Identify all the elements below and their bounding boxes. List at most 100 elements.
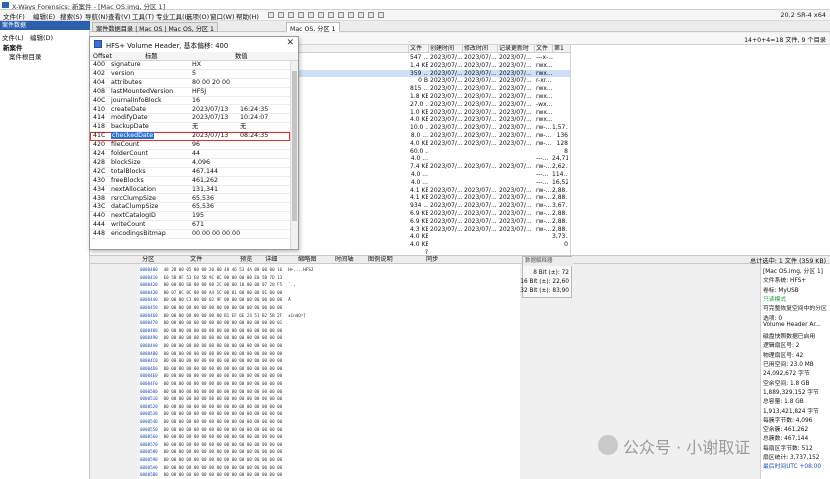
hex-row[interactable]: 0000470 00 00 00 00 00 00 00 00 00 00 00 … xyxy=(140,319,288,327)
header-field-row[interactable]: 41C checkedDate 2023/07/13 08:24:35 xyxy=(90,132,290,142)
file-cell-modified: 2023/07/... xyxy=(464,85,497,93)
mode-sync[interactable]: 同步 xyxy=(426,256,438,264)
header-field-row[interactable]: 402 version 5 xyxy=(90,70,290,79)
hex-row[interactable]: 00004C0 00 00 00 00 00 00 00 00 00 00 00 … xyxy=(140,357,288,365)
mode-timeline[interactable]: 时间轴 xyxy=(335,256,354,264)
close-icon[interactable]: ✕ xyxy=(286,38,294,48)
header-field-row[interactable]: 43C dataClumpSize 65,536 xyxy=(90,203,290,213)
toolbar-icon[interactable] xyxy=(378,12,384,18)
header-field-row[interactable]: 414 modifyDate 2023/07/13 10:24:07 xyxy=(90,114,290,124)
hex-row[interactable]: 0000440 00 00 00 C3 00 00 02 9F 00 00 00 … xyxy=(140,296,291,304)
toolbar-icon[interactable] xyxy=(268,12,274,18)
hex-row[interactable]: 0000550 00 00 00 00 00 00 00 00 00 00 00 … xyxy=(140,426,288,434)
file-cell-attr: rw-... xyxy=(536,124,552,132)
tab-breadcrumb[interactable]: 案件数据目录 | Mac OS | Mac OS, 分区 1 xyxy=(92,22,218,33)
case-menu-file[interactable]: 文件(L) xyxy=(2,32,24,42)
hex-editor[interactable]: 0000400 48 2B 00 05 80 00 20 00 48 46 53 … xyxy=(140,264,520,479)
hex-row[interactable]: 0000410 E0 5B 8F 53 E0 5B 9C 0C 00 00 00 … xyxy=(140,274,288,282)
hex-row[interactable]: 0000500 00 00 00 00 00 00 00 00 00 00 00 … xyxy=(140,388,288,396)
scrollbar-thumb[interactable] xyxy=(292,71,297,221)
hex-row[interactable]: 00004B0 00 00 00 00 00 00 00 00 00 00 00 … xyxy=(140,350,288,358)
header-field-row[interactable]: 434 nextAllocation 131,341 xyxy=(90,186,290,195)
menu-pro-tools[interactable]: 专业工具(I) xyxy=(156,11,189,21)
column-header[interactable]: 第1 xyxy=(552,45,570,53)
hex-row[interactable]: 00004D0 00 00 00 00 00 00 00 00 00 00 00 … xyxy=(140,365,288,373)
header-field-row[interactable]: 424 folderCount 44 xyxy=(90,150,290,159)
hex-row[interactable]: 0000450 00 00 00 00 00 00 00 00 00 00 00 … xyxy=(140,304,288,312)
hex-row[interactable]: 00005A0 00 00 00 00 00 00 00 00 00 00 00 … xyxy=(140,464,288,472)
case-menu-edit[interactable]: 编辑(D) xyxy=(30,32,53,42)
column-header[interactable]: 文件 xyxy=(408,45,428,53)
hex-row[interactable]: 00004A0 00 00 00 00 00 00 00 00 00 00 00 … xyxy=(140,342,288,350)
header-field-row[interactable]: 428 blockSize 4,096 xyxy=(90,159,290,168)
header-field-row[interactable]: 430 freeBlocks 461,262 xyxy=(90,177,290,186)
mode-preview[interactable]: 预览 xyxy=(240,256,252,264)
mode-details[interactable]: 详细 xyxy=(265,256,277,264)
column-header[interactable]: 创建时间 xyxy=(428,45,462,53)
menu-help[interactable]: 帮助(H) xyxy=(236,11,259,21)
hex-row[interactable]: 0000400 48 2B 00 05 80 00 20 00 48 46 53 … xyxy=(140,266,313,274)
hex-row[interactable]: 0000540 00 00 00 00 00 00 00 00 00 00 00 … xyxy=(140,418,288,426)
header-field-row[interactable]: 438 rsrcClumpSize 65,536 xyxy=(90,195,290,204)
menu-search[interactable]: 搜索(S) xyxy=(60,11,82,21)
header-field-row[interactable]: 40C journalInfoBlock 16 xyxy=(90,97,290,106)
header-field-row[interactable]: 420 fileCount 96 xyxy=(90,141,290,150)
toolbar-icon[interactable] xyxy=(348,12,354,18)
header-field-row[interactable]: 404 attributes 80 00 20 00 xyxy=(90,79,290,88)
hex-row[interactable]: 0000430 00 07 0C 8C 00 00 A4 5C 00 01 00 … xyxy=(140,289,288,297)
menu-edit[interactable]: 编辑(E) xyxy=(33,11,55,21)
header-field-row[interactable]: 440 nextCatalogID 195 xyxy=(90,212,290,222)
hex-row[interactable]: 0000420 00 00 00 60 00 00 00 2C 00 00 10 … xyxy=(140,281,296,289)
header-field-row[interactable]: 408 lastMountedVersion HFSJ xyxy=(90,88,290,97)
tab-partition-1[interactable]: Mac OS, 分区 1 xyxy=(286,22,340,33)
field-name: modifyDate xyxy=(111,114,148,122)
hex-row[interactable]: 0000520 00 00 00 00 00 00 00 00 00 00 00 … xyxy=(140,403,288,411)
hex-row[interactable]: 00005B0 00 00 00 00 00 00 00 00 00 00 00 … xyxy=(140,471,288,479)
mode-legend[interactable]: 图例说明 xyxy=(368,256,393,264)
hex-row[interactable]: 0000510 00 00 00 00 00 00 00 00 00 00 00 … xyxy=(140,395,288,403)
hex-row[interactable]: 00004E0 00 00 00 00 00 00 00 00 00 00 00 … xyxy=(140,372,288,380)
field-name: writeCount xyxy=(111,221,146,229)
column-header[interactable]: 记录更新时 xyxy=(497,45,534,53)
toolbar-icon[interactable] xyxy=(308,12,314,18)
column-header[interactable]: 修改时间 xyxy=(462,45,497,53)
toolbar-icon[interactable] xyxy=(278,12,284,18)
header-field-row[interactable]: 410 createDate 2023/07/13 16:24:35 xyxy=(90,106,290,115)
header-field-row[interactable]: 400 signature HX xyxy=(90,61,290,70)
hex-row[interactable]: 0000560 00 00 00 00 00 00 00 00 00 00 00 … xyxy=(140,433,288,441)
header-field-row[interactable]: 42C totalBlocks 467,144 xyxy=(90,168,290,177)
toolbar-icon[interactable] xyxy=(298,12,304,18)
hex-row[interactable]: 0000570 00 00 00 00 00 00 00 00 00 00 00 … xyxy=(140,441,288,449)
menu-file[interactable]: 文件(F) xyxy=(3,11,25,21)
toolbar-icon[interactable] xyxy=(368,12,374,18)
menu-window[interactable]: 窗口(W) xyxy=(210,11,235,21)
mode-partition[interactable]: 分区 xyxy=(142,256,154,264)
toolbar-icon[interactable] xyxy=(288,12,294,18)
hex-row[interactable]: 0000460 00 00 00 00 00 00 00 00 B1 EF 6E … xyxy=(140,312,306,320)
hex-row[interactable]: 00004F0 00 00 00 00 00 00 00 00 00 00 00 … xyxy=(140,380,288,388)
menu-navigate[interactable]: 导航(N) xyxy=(85,11,108,21)
hex-offset: 0000410 xyxy=(140,274,158,280)
file-cell-attr: rw-... xyxy=(536,217,552,225)
hex-row[interactable]: 0000480 00 00 00 00 00 00 00 00 00 00 00 … xyxy=(140,327,288,335)
dialog-scrollbar[interactable] xyxy=(290,61,298,249)
toolbar-icon[interactable] xyxy=(358,12,364,18)
case-tree-item[interactable]: 案件根目录 xyxy=(9,51,42,61)
mode-file[interactable]: 文件 xyxy=(190,256,202,264)
menu-view[interactable]: 查看(V) xyxy=(108,11,131,21)
toolbar-icon[interactable] xyxy=(338,12,344,18)
hex-row[interactable]: 0000490 00 00 00 00 00 00 00 00 00 00 00 … xyxy=(140,334,288,342)
hex-row[interactable]: 0000590 00 00 00 00 00 00 00 00 00 00 00 … xyxy=(140,456,288,464)
toolbar-icon[interactable] xyxy=(328,12,334,18)
header-field-row[interactable]: 444 writeCount 671 xyxy=(90,221,290,231)
mode-thumbnails[interactable]: 缩略图 xyxy=(298,256,317,264)
file-cell-created: 2023/07/... xyxy=(430,194,463,202)
menu-tools[interactable]: 工具(T) xyxy=(132,11,154,21)
header-field-row[interactable]: 448 encodingsBitmap 00 00 00 00 00 00 00 0… xyxy=(90,230,290,239)
column-header[interactable]: 文件 xyxy=(534,45,552,53)
header-field-row[interactable]: 418 backupDate 无 无 xyxy=(90,123,290,133)
hex-row[interactable]: 0000580 00 00 00 00 00 00 00 00 00 00 00 … xyxy=(140,448,288,456)
hex-row[interactable]: 0000530 00 00 00 00 00 00 00 00 00 00 00 … xyxy=(140,410,288,418)
toolbar-icon[interactable] xyxy=(318,12,324,18)
menu-options[interactable]: 选项(O) xyxy=(186,11,209,21)
